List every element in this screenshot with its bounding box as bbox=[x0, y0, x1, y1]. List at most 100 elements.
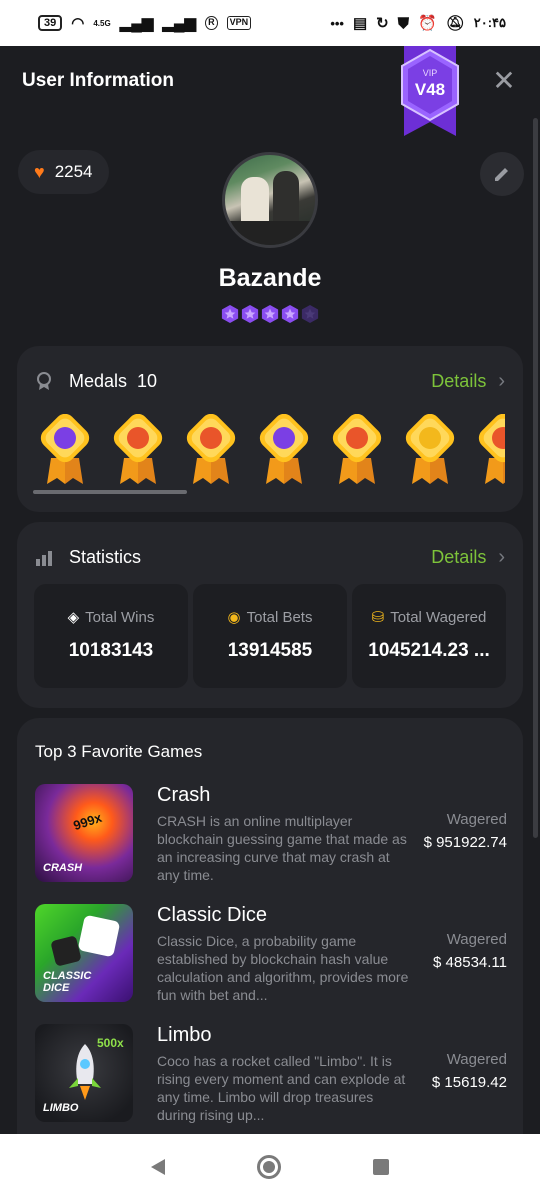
scrollbar[interactable] bbox=[533, 118, 538, 838]
stat-value: 1045214.23 ... bbox=[368, 640, 490, 661]
coins-icon: ⛁ bbox=[371, 609, 385, 626]
mute-icon: 🔕︎ bbox=[445, 15, 465, 32]
game-row-limbo[interactable]: 500x LIMBO Limbo Coco has a rocket calle… bbox=[35, 1024, 507, 1128]
stat-total-wagered: ⛁ Total Wagered 1045214.23 ... bbox=[352, 584, 506, 688]
game-name: Classic Dice bbox=[157, 904, 268, 926]
wagered-value: $ 15619.42 bbox=[431, 1074, 507, 1091]
stat-label: ⛁ Total Wagered bbox=[352, 608, 506, 627]
avatar[interactable] bbox=[222, 152, 318, 248]
rocket-icon bbox=[69, 1044, 101, 1100]
close-button[interactable]: ✕ bbox=[490, 65, 518, 96]
alarm-icon: ⏰ bbox=[418, 15, 437, 32]
signal-icon: ▂▄▆ bbox=[119, 15, 154, 32]
chevron-right-icon: › bbox=[498, 545, 505, 568]
chip-icon: ◉ bbox=[227, 609, 241, 626]
wagered-value: $ 48534.11 bbox=[433, 954, 507, 971]
game-row-classic-dice[interactable]: CLASSIC DICE Classic Dice Classic Dice, … bbox=[35, 904, 507, 1008]
dice-icon bbox=[77, 914, 121, 958]
wifi-icon: ◠ bbox=[71, 15, 85, 32]
stat-value: 10183143 bbox=[68, 640, 154, 661]
level-stars bbox=[0, 304, 540, 324]
star-filled-icon bbox=[221, 305, 239, 323]
sync-icon: ↻ bbox=[376, 15, 389, 32]
stat-total-bets: ◉ Total Bets 13914585 bbox=[193, 584, 347, 688]
avatar-photo-car bbox=[225, 221, 315, 245]
favorite-games-card: Top 3 Favorite Games 999x CRASH Crash CR… bbox=[17, 718, 523, 1134]
likes-pill[interactable]: ♥ 2254 bbox=[18, 150, 109, 194]
game-description: CRASH is an online multiplayer blockchai… bbox=[157, 813, 407, 883]
thumb-title: CRASH bbox=[43, 862, 83, 874]
game-name: Limbo bbox=[157, 1024, 212, 1046]
crab-medal-icon[interactable] bbox=[183, 414, 239, 486]
medals-details-link[interactable]: Details › bbox=[431, 370, 505, 393]
game-description: Coco has a rocket called "Limbo". It is … bbox=[157, 1053, 406, 1123]
clock: ۲۰:۴۵ bbox=[473, 15, 506, 30]
medals-count: 10 bbox=[137, 370, 158, 391]
crab-medal-icon[interactable] bbox=[475, 414, 505, 486]
game-thumbnail[interactable]: 999x CRASH bbox=[35, 784, 133, 882]
vpn-icon: VPN bbox=[226, 16, 252, 30]
registered-icon: R bbox=[205, 16, 218, 30]
avatar-photo-figure bbox=[273, 171, 299, 227]
chat-medal-icon[interactable] bbox=[37, 414, 93, 486]
statistics-title: Statistics bbox=[69, 546, 142, 567]
home-icon[interactable] bbox=[257, 1155, 281, 1179]
stat-label-text: Total Wins bbox=[85, 608, 155, 626]
stat-label-text: Total Bets bbox=[246, 608, 313, 626]
avatar-photo-figure bbox=[241, 177, 269, 227]
chevron-right-icon: › bbox=[498, 369, 505, 392]
medals-scroll-indicator bbox=[33, 490, 187, 494]
username: Bazande bbox=[218, 264, 322, 292]
heart-icon: ♥ bbox=[34, 161, 45, 182]
game-thumbnail[interactable]: 500x LIMBO bbox=[35, 1024, 133, 1122]
recent-apps-icon[interactable] bbox=[373, 1159, 389, 1175]
game-name: Crash bbox=[157, 784, 211, 806]
statistics-card: Statistics Details › ◈ Total Wins 101831… bbox=[17, 522, 523, 708]
details-label: Details bbox=[431, 370, 487, 391]
battery-indicator: 39 bbox=[38, 15, 63, 31]
thumb-title: CLASSIC DICE bbox=[43, 970, 92, 994]
user-info-sheet: User Information VIP V48 ✕ ♥ 2254 Bazand… bbox=[0, 46, 540, 1134]
crab-medal-icon[interactable] bbox=[329, 414, 385, 486]
medals-title: Medals bbox=[69, 370, 128, 391]
stat-value: 13914585 bbox=[227, 640, 313, 661]
star-filled-icon bbox=[241, 305, 259, 323]
medals-list[interactable] bbox=[35, 414, 505, 490]
game-row-crash[interactable]: 999x CRASH Crash CRASH is an online mult… bbox=[35, 784, 507, 888]
dice-icon bbox=[50, 935, 82, 967]
signal-icon-2: ▂▄▆ bbox=[162, 15, 197, 32]
star-filled-icon bbox=[281, 305, 299, 323]
crab-medal-icon[interactable] bbox=[110, 414, 166, 486]
vip-level: V48 bbox=[414, 80, 446, 99]
medals-header: Medals 10 Details › bbox=[35, 346, 505, 416]
status-right: ••• ▤ ↻ ⛊ ⏰ 🔕︎ ۲۰:۴۵ bbox=[330, 14, 506, 33]
status-bar: 39 ◠ 4.5G ▂▄▆ ▂▄▆ R VPN ••• ▤ ↻ ⛊ ⏰ 🔕︎ ۲… bbox=[0, 0, 540, 46]
vip-badge[interactable]: VIP V48 bbox=[396, 46, 464, 136]
medals-card: Medals 10 Details › bbox=[17, 346, 523, 512]
coins-medal-icon[interactable] bbox=[402, 414, 458, 486]
thumb-title: LIMBO bbox=[43, 1102, 79, 1114]
vip-label: VIP bbox=[422, 68, 438, 78]
star-medal-icon[interactable] bbox=[256, 414, 312, 486]
ticket-icon: ◈ bbox=[67, 609, 80, 626]
close-icon: ✕ bbox=[492, 65, 516, 96]
pencil-icon bbox=[495, 168, 508, 181]
statistics-details-link[interactable]: Details › bbox=[431, 546, 505, 569]
page-title: User Information bbox=[22, 70, 175, 91]
edit-profile-button[interactable] bbox=[480, 152, 524, 196]
wagered-label: Wagered bbox=[446, 811, 507, 828]
thumb-badge: 999x bbox=[71, 809, 104, 834]
system-nav-bar bbox=[0, 1134, 540, 1200]
game-description: Classic Dice, a probability game establi… bbox=[157, 933, 409, 1003]
wagered-value: $ 951922.74 bbox=[423, 834, 507, 851]
game-thumbnail[interactable]: CLASSIC DICE bbox=[35, 904, 133, 1002]
network-type: 4.5G bbox=[93, 18, 111, 28]
stat-label-text: Total Wagered bbox=[390, 608, 487, 626]
back-icon[interactable] bbox=[151, 1159, 165, 1175]
details-label: Details bbox=[431, 546, 487, 567]
more-notifications-icon: ••• bbox=[330, 15, 344, 31]
wagered-label: Wagered bbox=[446, 1051, 507, 1068]
stat-total-wins: ◈ Total Wins 10183143 bbox=[34, 584, 188, 688]
calendar-icon: ▤ bbox=[352, 15, 368, 32]
stat-label: ◉ Total Bets bbox=[193, 608, 347, 627]
